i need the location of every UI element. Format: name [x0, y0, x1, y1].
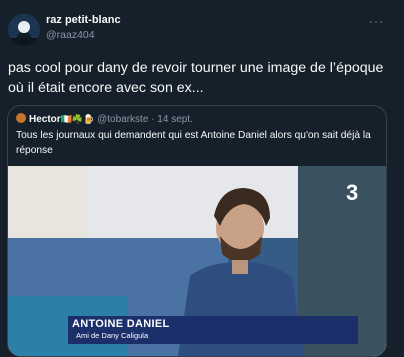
- quoted-text: Tous les journaux qui demandent qui est …: [16, 130, 371, 156]
- channel-logo: 3: [346, 180, 359, 205]
- quoted-author-name[interactable]: Hector: [29, 114, 61, 125]
- tweet-text: pas cool pour dany de revoir tourner une…: [8, 60, 384, 96]
- author-name[interactable]: raz petit-blanc: [46, 14, 121, 27]
- quoted-avatar[interactable]: [16, 113, 26, 123]
- author-avatar[interactable]: [8, 14, 40, 46]
- lower-third-subtitle: Ami de Dany Caligula: [76, 331, 149, 340]
- more-horizontal-icon[interactable]: ···: [369, 14, 384, 28]
- author-handle[interactable]: @raaz404: [46, 29, 121, 42]
- quoted-date[interactable]: 14 sept.: [157, 114, 193, 125]
- tweet-author: raz petit-blanc @raaz404: [46, 14, 121, 42]
- lower-third-name: ANTOINE DANIEL: [72, 318, 170, 330]
- quoted-media-image[interactable]: 3 ANTOINE DANIEL Ami de Dany Caligula: [8, 166, 386, 356]
- quoted-author-handle: @tobarkste: [97, 114, 149, 125]
- quoted-separator: ·: [151, 114, 155, 125]
- quoted-header: Hector🇮🇪☘️🍺 @tobarkste · 14 sept.: [16, 113, 193, 125]
- quoted-author-emoji: 🇮🇪☘️🍺: [60, 114, 95, 124]
- tweet-card[interactable]: raz petit-blanc @raaz404 ··· pas cool po…: [0, 0, 404, 357]
- avatar-image: [8, 14, 40, 46]
- quoted-tweet[interactable]: Hector🇮🇪☘️🍺 @tobarkste · 14 sept. Tous l…: [7, 105, 387, 357]
